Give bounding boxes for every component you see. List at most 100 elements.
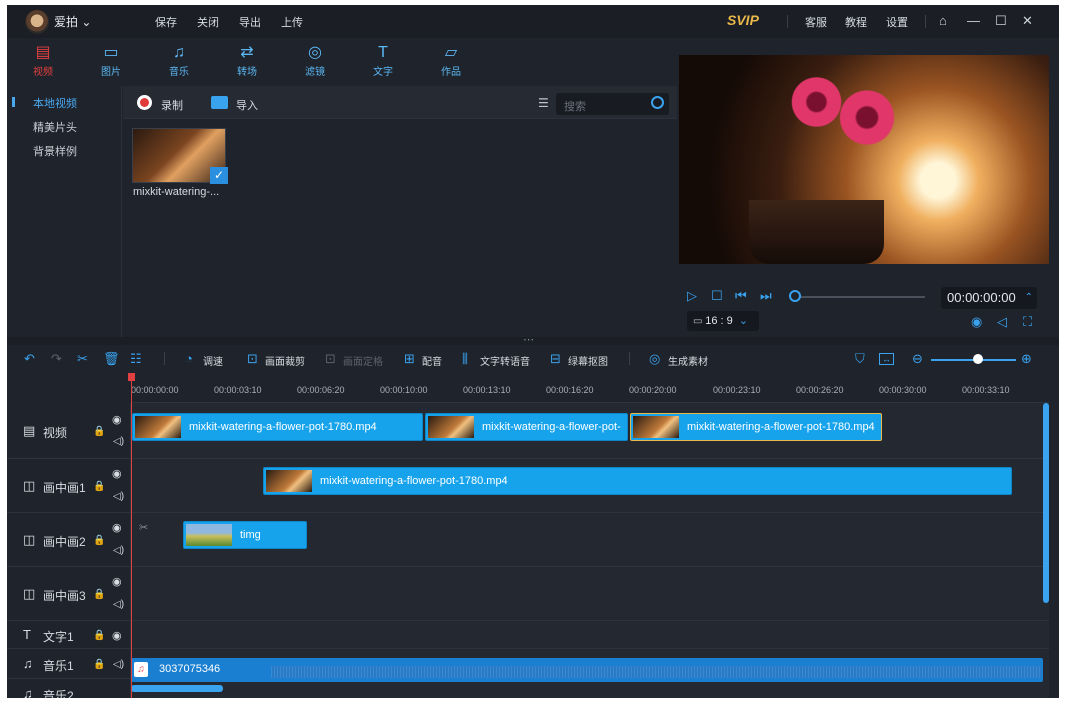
lane-text1[interactable] xyxy=(131,621,1049,649)
lane-pip1[interactable]: mixkit-watering-a-flower-pot-1780.mp4 xyxy=(131,459,1049,513)
home-icon[interactable]: ⌂ xyxy=(939,13,947,28)
tab-image[interactable]: ▭ 图片 xyxy=(91,43,131,78)
video-clip[interactable]: mixkit-watering-a-flower-pot- xyxy=(425,413,628,441)
eye-icon[interactable]: ◉ xyxy=(112,467,122,480)
tts-icon[interactable]: ⫼ xyxy=(462,351,468,367)
zoom-in-icon[interactable]: ⊕ xyxy=(1021,351,1032,367)
timeline-horizontal-scrollbar[interactable] xyxy=(131,685,223,692)
menu-export[interactable]: 导出 xyxy=(239,14,261,30)
lane-pip2[interactable]: ✂ timg xyxy=(131,513,1049,567)
nav-intro[interactable]: 精美片头 xyxy=(33,119,77,135)
delete-icon[interactable]: 🗑 xyxy=(103,351,120,367)
speaker-icon[interactable]: ◁) xyxy=(113,659,124,670)
panel-splitter[interactable]: ⋯ xyxy=(7,334,1059,346)
play-icon[interactable]: ▷ xyxy=(687,288,697,304)
tab-transition[interactable]: ⇄ 转场 xyxy=(227,43,267,78)
eye-icon[interactable]: ◉ xyxy=(112,521,122,534)
video-preview[interactable] xyxy=(679,55,1049,264)
record-icon[interactable] xyxy=(137,95,152,110)
minimize-icon[interactable]: — xyxy=(967,13,980,28)
speaker-icon[interactable]: ◁) xyxy=(113,491,124,502)
video-clip-selected[interactable]: mixkit-watering-a-flower-pot-1780.mp4 xyxy=(630,413,882,441)
timeline-vertical-scrollbar[interactable] xyxy=(1043,403,1049,603)
cut-icon[interactable]: ✂ xyxy=(77,351,88,367)
media-thumbnail[interactable]: ✓ xyxy=(132,128,228,184)
video-clip[interactable]: mixkit-watering-a-flower-pot-1780.mp4 xyxy=(132,413,423,441)
close-icon[interactable]: ✕ xyxy=(1022,13,1033,29)
audio-clip[interactable]: ♫ 3037075346 xyxy=(131,658,1043,682)
marker-icon[interactable]: ⛉ xyxy=(855,351,865,367)
nav-local-video[interactable]: 本地视频 xyxy=(33,95,77,111)
svip-badge[interactable]: SVIP xyxy=(727,12,759,28)
timeline-ruler[interactable]: 00:00:00:00 00:00:03:10 00:00:06:20 00:0… xyxy=(131,373,1049,403)
import-icon[interactable] xyxy=(211,96,228,109)
fit-icon[interactable]: ↔ xyxy=(879,353,894,365)
lock-icon[interactable]: 🔒 xyxy=(93,630,105,641)
progress-handle[interactable] xyxy=(789,290,801,302)
eye-icon[interactable]: ◉ xyxy=(112,575,122,588)
lane-pip3[interactable] xyxy=(131,567,1049,621)
maximize-icon[interactable]: ☐ xyxy=(995,13,1007,29)
snapshot-icon[interactable]: ◉ xyxy=(971,314,982,330)
pip-clip[interactable]: timg xyxy=(183,521,307,549)
prev-frame-icon[interactable]: ⏮ xyxy=(735,288,747,304)
tab-music[interactable]: ♫ 音乐 xyxy=(159,43,199,78)
chroma-icon[interactable]: ⊟ xyxy=(550,351,561,367)
stop-icon[interactable]: ☐ xyxy=(711,288,723,304)
lock-icon[interactable]: 🔒 xyxy=(93,589,105,600)
eye-icon[interactable]: ◉ xyxy=(112,629,122,642)
lock-icon[interactable]: 🔒 xyxy=(93,535,105,546)
link-tutorial[interactable]: 教程 xyxy=(845,14,867,30)
scissors-icon[interactable]: ✂ xyxy=(139,521,148,534)
zoom-out-icon[interactable]: ⊖ xyxy=(912,351,923,367)
redo-icon[interactable]: ↷ xyxy=(51,351,62,367)
playhead-handle[interactable] xyxy=(128,373,135,381)
zoom-handle[interactable] xyxy=(973,354,983,364)
speed-icon[interactable]: ◔ xyxy=(185,351,193,366)
lock-icon[interactable]: 🔒 xyxy=(93,481,105,492)
tab-video[interactable]: ▤ 视频 xyxy=(23,43,63,78)
menu-close[interactable]: 关闭 xyxy=(197,14,219,30)
tab-filter[interactable]: ◎ 滤镜 xyxy=(295,43,335,78)
record-button[interactable]: 录制 xyxy=(161,97,183,113)
speaker-icon[interactable]: ◁) xyxy=(113,436,124,447)
progress-track[interactable] xyxy=(795,296,925,298)
playhead[interactable] xyxy=(131,375,132,698)
import-button[interactable]: 导入 xyxy=(236,97,258,113)
tab-text[interactable]: T 文字 xyxy=(363,43,403,78)
aspect-ratio-select[interactable]: ▭ 16 : 9 ⌄ xyxy=(687,311,759,331)
crop-icon[interactable]: ⊡ xyxy=(247,351,258,367)
menu-save[interactable]: 保存 xyxy=(155,14,177,30)
volume-icon[interactable]: ◁ xyxy=(997,314,1007,330)
menu-upload[interactable]: 上传 xyxy=(281,14,303,30)
dub-icon[interactable]: ⊞ xyxy=(404,351,415,367)
chroma-button[interactable]: 绿幕抠图 xyxy=(568,353,608,368)
dub-button[interactable]: 配音 xyxy=(422,353,442,368)
app-name[interactable]: 爱拍 ⌄ xyxy=(54,13,91,30)
generate-button[interactable]: 生成素材 xyxy=(668,353,708,368)
search-icon[interactable] xyxy=(651,96,664,109)
lane-video[interactable]: mixkit-watering-a-flower-pot-1780.mp4 mi… xyxy=(131,403,1049,459)
lock-icon[interactable]: 🔒 xyxy=(93,426,105,437)
tab-works[interactable]: ▱ 作品 xyxy=(431,43,471,78)
link-support[interactable]: 客服 xyxy=(805,14,827,30)
undo-icon[interactable]: ↶ xyxy=(24,351,35,367)
stepper-icon[interactable]: ⌃ xyxy=(1025,287,1033,309)
search-input[interactable]: 搜索 xyxy=(556,93,669,115)
next-frame-icon[interactable]: ⏭ xyxy=(760,288,772,304)
pip-clip[interactable]: mixkit-watering-a-flower-pot-1780.mp4 xyxy=(263,467,1012,495)
speed-button[interactable]: 调速 xyxy=(203,353,223,368)
generate-icon[interactable]: ◎ xyxy=(649,351,660,367)
timecode-input[interactable]: 00:00:00:00 ⌃ xyxy=(941,287,1037,309)
sort-icon[interactable]: ☰ xyxy=(538,96,549,110)
fullscreen-icon[interactable]: ⛶ xyxy=(1023,314,1032,330)
crop-button[interactable]: 画面裁剪 xyxy=(265,353,305,368)
lock-icon[interactable]: 🔒 xyxy=(93,659,105,670)
nav-background[interactable]: 背景样例 xyxy=(33,143,77,159)
check-icon[interactable]: ✓ xyxy=(210,167,228,184)
split-icon[interactable]: ☷ xyxy=(130,351,142,367)
link-settings[interactable]: 设置 xyxy=(886,14,908,30)
speaker-icon[interactable]: ◁) xyxy=(113,545,124,556)
tts-button[interactable]: 文字转语音 xyxy=(480,353,530,368)
speaker-icon[interactable]: ◁) xyxy=(113,599,124,610)
